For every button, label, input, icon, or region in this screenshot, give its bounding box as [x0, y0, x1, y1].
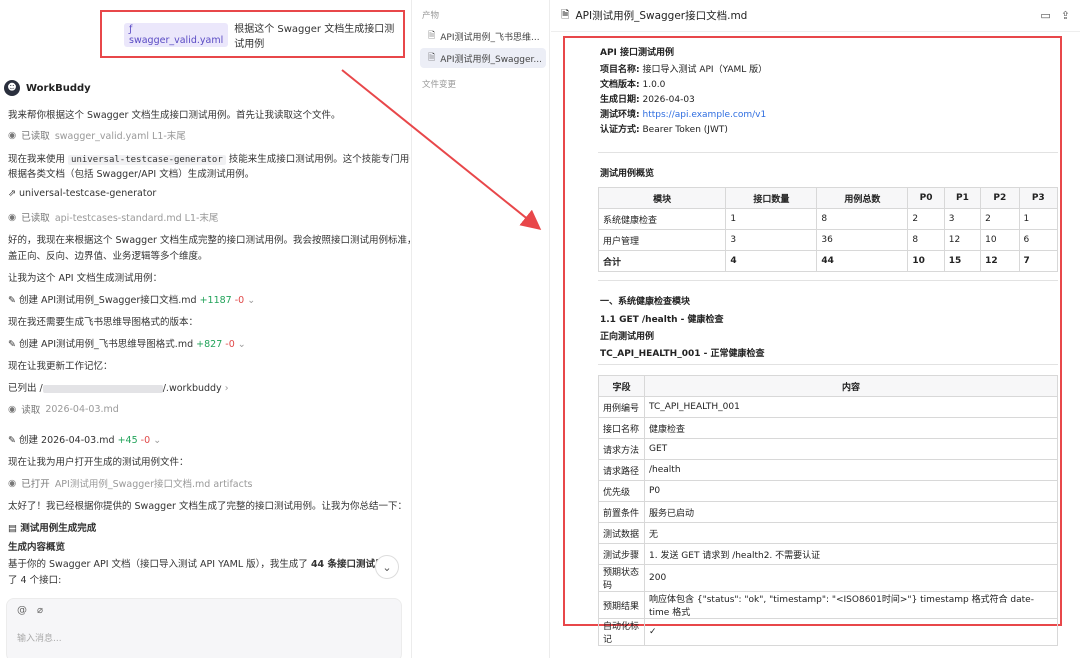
app-window: ƒ swagger_valid.yaml 根据这个 Swagger 文档生成接口… — [0, 0, 1080, 658]
annotation-arrow — [341, 69, 542, 231]
